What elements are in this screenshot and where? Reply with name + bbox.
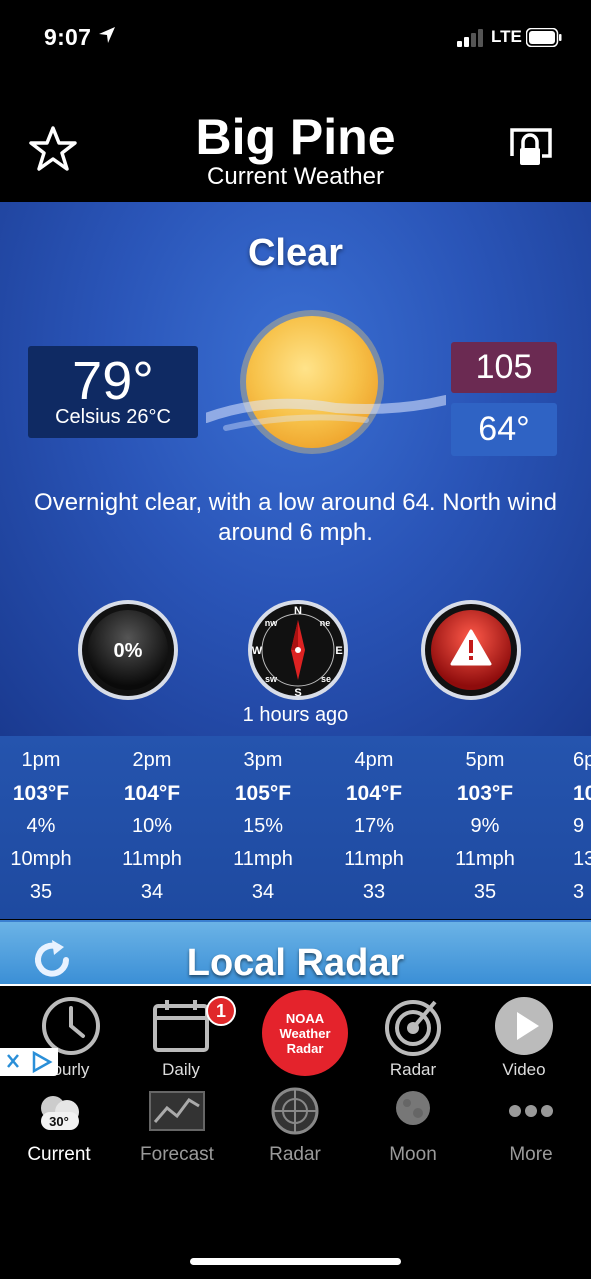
hour-precip: 9% bbox=[470, 815, 500, 837]
hour-value: 35 bbox=[473, 881, 497, 903]
network-label: LTE bbox=[491, 27, 522, 46]
clock-icon bbox=[42, 997, 100, 1055]
hour-time: 6p bbox=[573, 749, 591, 771]
hour-value: 3 bbox=[573, 881, 585, 903]
shortcut-label: Radar bbox=[389, 1060, 437, 1079]
updated-time: 1 hours ago bbox=[242, 704, 349, 726]
hour-time: 2pm bbox=[132, 749, 172, 771]
daily-badge: 1 bbox=[206, 996, 236, 1026]
condition-label: Clear bbox=[247, 232, 344, 274]
hour-temp: 104°F bbox=[345, 782, 403, 805]
lock-screen-icon[interactable] bbox=[508, 126, 554, 168]
hour-precip: 17% bbox=[353, 815, 395, 837]
shortcut-strip: ourly Daily 1 NOAA Weather Radar Radar V… bbox=[0, 984, 591, 1079]
hour-precip: 15% bbox=[242, 815, 284, 837]
hour-temp: 103°F bbox=[12, 782, 70, 805]
line-chart-icon bbox=[149, 1091, 205, 1131]
play-icon bbox=[495, 997, 553, 1055]
hour-wind: 10mph bbox=[10, 848, 72, 870]
hour-temp: 105°F bbox=[234, 782, 292, 805]
hour-temp: 10 bbox=[573, 782, 591, 805]
signal-icon bbox=[457, 29, 483, 47]
hour-value: 34 bbox=[251, 881, 275, 903]
compass-s: S bbox=[294, 687, 301, 699]
tab-label: Moon bbox=[389, 1144, 437, 1165]
compass-n: N bbox=[294, 605, 302, 617]
page-subtitle: Current Weather bbox=[207, 163, 384, 190]
tab-icon-temp: 30° bbox=[49, 1114, 69, 1129]
hour-wind: 11mph bbox=[455, 848, 515, 870]
celsius-temp: Celsius 26°C bbox=[55, 406, 171, 428]
hour-wind: 11mph bbox=[122, 848, 182, 870]
more-dots-icon bbox=[509, 1105, 553, 1117]
shortcut-label: Video bbox=[502, 1060, 546, 1079]
hour-time: 4pm bbox=[354, 749, 394, 771]
current-temp: 79° bbox=[72, 351, 154, 411]
compass-ne: ne bbox=[320, 618, 331, 628]
hour-column: 4pm 104°F 17% 11mph 33 bbox=[319, 736, 429, 909]
noaa-line: NOAA bbox=[285, 1011, 325, 1026]
hour-column: 6p 10 9 13r 3 bbox=[541, 736, 591, 909]
hour-precip: 4% bbox=[26, 815, 56, 837]
temperature-box: 79° Celsius 26°C bbox=[28, 346, 198, 438]
tab-label: More bbox=[509, 1144, 553, 1165]
compass-w: W bbox=[252, 645, 263, 657]
weather-alert-dial[interactable] bbox=[419, 598, 523, 702]
compass-se: se bbox=[321, 674, 331, 684]
noaa-line: Weather bbox=[279, 1026, 331, 1041]
shortcut-label: Daily bbox=[162, 1060, 200, 1079]
hour-precip: 9 bbox=[573, 815, 585, 837]
tab-label: Current bbox=[27, 1144, 91, 1165]
noaa-radar-button[interactable]: NOAA Weather Radar bbox=[262, 990, 348, 1076]
current-conditions-panel: Clear 79° Celsius 26°C 105 64° Overnight… bbox=[0, 202, 591, 736]
low-temp: 64° bbox=[451, 403, 557, 456]
precip-value: 0% bbox=[114, 640, 143, 662]
compass-e: E bbox=[335, 645, 342, 657]
local-radar-bar[interactable]: Local Radar bbox=[0, 920, 591, 984]
hour-temp: 103°F bbox=[456, 782, 514, 805]
cloud-temp-icon: 30° bbox=[41, 1096, 79, 1130]
hour-value: 34 bbox=[140, 881, 164, 903]
status-time: 9:07 bbox=[44, 24, 92, 50]
compass-nw: nw bbox=[265, 618, 278, 628]
precipitation-dial[interactable]: 0% bbox=[76, 598, 180, 702]
hour-wind: 11mph bbox=[233, 848, 293, 870]
home-indicator[interactable] bbox=[190, 1258, 401, 1265]
hour-wind: 13r bbox=[573, 848, 591, 870]
hour-column: 2pm 104°F 10% 11mph 34 bbox=[97, 736, 207, 909]
hour-precip: 10% bbox=[131, 815, 173, 837]
clear-sun-icon bbox=[206, 310, 446, 454]
noaa-line: Radar bbox=[286, 1041, 324, 1056]
wind-compass-dial[interactable]: N E S W ne se sw nw bbox=[246, 598, 350, 702]
hour-column: 3pm 105°F 15% 11mph 34 bbox=[208, 736, 318, 909]
hour-temp: 104°F bbox=[123, 782, 181, 805]
moon-icon bbox=[396, 1091, 430, 1125]
calendar-icon bbox=[153, 1000, 209, 1052]
app-header: Big Pine Current Weather bbox=[0, 76, 591, 202]
city-title: Big Pine bbox=[195, 109, 396, 165]
tab-label: Radar bbox=[269, 1144, 321, 1165]
compass-sw: sw bbox=[265, 674, 278, 684]
radar-scope-icon bbox=[271, 1087, 319, 1135]
status-bar: 9:07 LTE bbox=[0, 0, 591, 76]
location-arrow-icon bbox=[99, 27, 115, 43]
hour-wind: 11mph bbox=[344, 848, 404, 870]
hour-time: 5pm bbox=[465, 749, 505, 771]
hour-value: 33 bbox=[362, 881, 386, 903]
hour-column: 1pm 103°F 4% 10mph 35 bbox=[0, 736, 96, 909]
tab-label: Forecast bbox=[140, 1144, 214, 1165]
hourly-forecast-strip[interactable]: 1pm 103°F 4% 10mph 35 2pm 104°F 10% 11mp… bbox=[0, 736, 591, 919]
local-radar-title: Local Radar bbox=[186, 942, 405, 984]
tab-bar: 30° Current Forecast Radar Moon More bbox=[0, 1078, 591, 1279]
hour-time: 3pm bbox=[243, 749, 283, 771]
battery-icon bbox=[526, 28, 562, 47]
hour-value: 35 bbox=[29, 881, 53, 903]
hour-time: 1pm bbox=[21, 749, 61, 771]
forecast-description: Overnight clear, with a low around 64. N… bbox=[34, 489, 557, 546]
radar-target-icon bbox=[385, 1000, 441, 1056]
adchoices-icon[interactable] bbox=[0, 1048, 58, 1076]
hour-column: 5pm 103°F 9% 11mph 35 bbox=[430, 736, 540, 909]
high-temp: 105 bbox=[451, 342, 557, 393]
